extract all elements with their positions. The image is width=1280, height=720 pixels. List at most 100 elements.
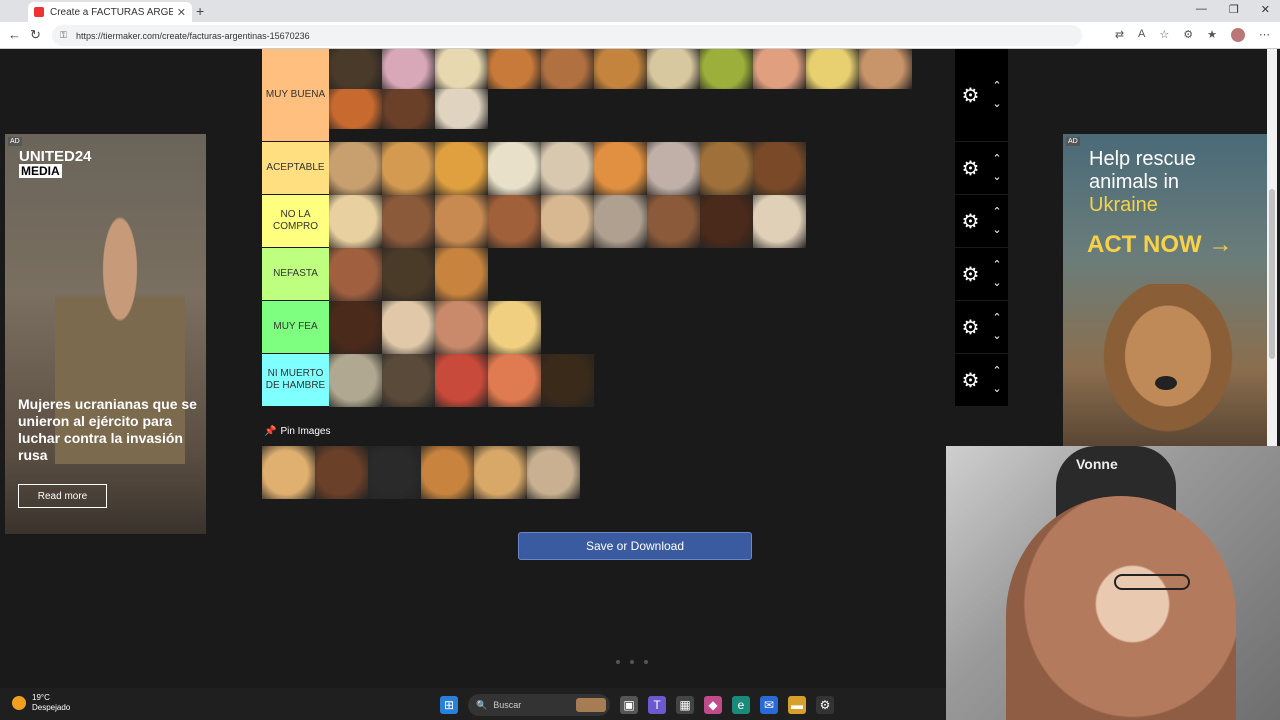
mail-icon[interactable]: ✉ xyxy=(760,696,778,714)
edge-icon[interactable]: e xyxy=(732,696,750,714)
read-more-button[interactable]: Read more xyxy=(18,484,107,508)
move-tier-up-icon[interactable]: ⌃ xyxy=(992,256,1001,274)
minimize-button[interactable]: — xyxy=(1196,3,1207,16)
move-tier-down-icon[interactable]: ⌄ xyxy=(992,221,1001,239)
tier-image-tile[interactable] xyxy=(647,195,700,248)
tier-image-tile[interactable] xyxy=(435,89,488,129)
url-field[interactable]: ⚿ https://tiermaker.com/create/facturas-… xyxy=(52,25,1082,46)
tier-image-tile[interactable] xyxy=(594,49,647,89)
tier-image-tile[interactable] xyxy=(382,89,435,129)
tier-image-tile[interactable] xyxy=(329,354,382,407)
reload-icon[interactable]: ↻ xyxy=(30,27,41,43)
copilot-icon[interactable]: ◆ xyxy=(704,696,722,714)
tier-image-tile[interactable] xyxy=(488,301,541,354)
tier-settings-gear-icon[interactable]: ⚙ xyxy=(961,262,979,287)
tier-image-tile[interactable] xyxy=(488,195,541,248)
tier-image-tile[interactable] xyxy=(488,49,541,89)
favorites-icon[interactable]: ★ xyxy=(1207,28,1217,42)
tier-label[interactable]: ACEPTABLE xyxy=(262,142,329,194)
scrollbar-thumb[interactable] xyxy=(1269,189,1275,359)
task-view-icon[interactable]: ▣ xyxy=(620,696,638,714)
tier-image-tile[interactable] xyxy=(488,142,541,195)
tier-settings-gear-icon[interactable]: ⚙ xyxy=(961,83,979,108)
ad-right-rescue-animals[interactable]: AD Help rescue animals in Ukraine ACT NO… xyxy=(1063,134,1267,446)
tier-image-tile[interactable] xyxy=(700,195,753,248)
move-tier-down-icon[interactable]: ⌄ xyxy=(992,168,1001,186)
move-tier-down-icon[interactable]: ⌄ xyxy=(992,327,1001,345)
site-info-icon[interactable]: ⚿ xyxy=(60,30,67,41)
tier-image-tile[interactable] xyxy=(382,354,435,407)
tier-label[interactable]: NI MUERTO DE HAMBRE xyxy=(262,354,329,406)
tier-image-tile[interactable] xyxy=(435,195,488,248)
settings-gear-icon[interactable]: ⚙ xyxy=(816,696,834,714)
tier-image-tile[interactable] xyxy=(594,195,647,248)
tier-label[interactable]: NO LA COMPRO xyxy=(262,195,329,247)
tier-image-tile[interactable] xyxy=(753,49,806,89)
tier-image-tile[interactable] xyxy=(647,49,700,89)
ad-left-united24[interactable]: AD UNITED24 MEDIA Mujeres ucranianas que… xyxy=(5,134,206,534)
tier-image-tile[interactable] xyxy=(541,142,594,195)
translate-icon[interactable]: ⇄ xyxy=(1115,28,1124,42)
tier-image-tile[interactable] xyxy=(435,49,488,89)
tier-image-tile[interactable] xyxy=(859,49,912,89)
tier-settings-gear-icon[interactable]: ⚙ xyxy=(961,315,979,340)
tier-image-tile[interactable] xyxy=(806,49,859,89)
store-icon[interactable]: ▦ xyxy=(676,696,694,714)
tab-close-icon[interactable]: ✕ xyxy=(177,6,186,19)
windows-start-icon[interactable]: ⊞ xyxy=(440,696,458,714)
move-tier-up-icon[interactable]: ⌃ xyxy=(992,150,1001,168)
pool-image-tile[interactable] xyxy=(527,446,580,499)
tier-image-tile[interactable] xyxy=(753,142,806,195)
tier-image-tile[interactable] xyxy=(382,49,435,89)
teams-icon[interactable]: T xyxy=(648,696,666,714)
tier-label[interactable]: MUY BUENA xyxy=(262,49,329,141)
tier-image-tile[interactable] xyxy=(700,142,753,195)
move-tier-down-icon[interactable]: ⌄ xyxy=(992,95,1001,113)
weather-widget[interactable]: 19°C Despejado xyxy=(12,693,70,713)
tier-image-tile[interactable] xyxy=(700,49,753,89)
pool-image-tile[interactable] xyxy=(474,446,527,499)
tier-image-tile[interactable] xyxy=(329,49,382,89)
profile-avatar[interactable] xyxy=(1231,28,1245,42)
move-tier-up-icon[interactable]: ⌃ xyxy=(992,203,1001,221)
pool-image-tile[interactable] xyxy=(262,446,315,499)
pool-image-tile[interactable] xyxy=(315,446,368,499)
close-window-button[interactable]: ✕ xyxy=(1261,3,1270,16)
tier-image-tile[interactable] xyxy=(541,354,594,407)
move-tier-up-icon[interactable]: ⌃ xyxy=(992,362,1001,380)
save-or-download-button[interactable]: Save or Download xyxy=(518,532,752,560)
pin-images-toggle[interactable]: 📌 Pin Images xyxy=(264,426,330,437)
read-aloud-icon[interactable]: A xyxy=(1138,28,1145,42)
tier-image-tile[interactable] xyxy=(382,195,435,248)
taskbar-search[interactable]: 🔍 Buscar xyxy=(468,694,610,716)
tier-image-tile[interactable] xyxy=(488,354,541,407)
tier-image-tile[interactable] xyxy=(329,301,382,354)
file-explorer-icon[interactable]: ▬ xyxy=(788,696,806,714)
tier-settings-gear-icon[interactable]: ⚙ xyxy=(961,156,979,181)
maximize-button[interactable]: ❐ xyxy=(1229,3,1239,16)
pool-image-tile[interactable] xyxy=(368,446,421,499)
tier-label[interactable]: NEFASTA xyxy=(262,248,329,300)
move-tier-up-icon[interactable]: ⌃ xyxy=(992,309,1001,327)
tier-image-tile[interactable] xyxy=(647,142,700,195)
tier-image-tile[interactable] xyxy=(541,49,594,89)
tier-settings-gear-icon[interactable]: ⚙ xyxy=(961,368,979,393)
tier-settings-gear-icon[interactable]: ⚙ xyxy=(961,209,979,234)
tier-image-tile[interactable] xyxy=(435,248,488,301)
tier-image-tile[interactable] xyxy=(329,142,382,195)
move-tier-down-icon[interactable]: ⌄ xyxy=(992,274,1001,292)
tier-image-tile[interactable] xyxy=(329,195,382,248)
extensions-icon[interactable]: ⚙ xyxy=(1183,28,1193,42)
back-arrow-icon[interactable]: ← xyxy=(8,27,21,42)
tier-image-tile[interactable] xyxy=(382,142,435,195)
act-now-cta[interactable]: ACT NOW → xyxy=(1087,232,1232,258)
tier-image-tile[interactable] xyxy=(594,142,647,195)
new-tab-button[interactable]: + xyxy=(196,3,204,19)
tier-label[interactable]: MUY FEA xyxy=(262,301,329,353)
browser-tab[interactable]: Create a FACTURAS ARGENTINAS ✕ xyxy=(28,2,192,22)
tier-image-tile[interactable] xyxy=(753,195,806,248)
tier-image-tile[interactable] xyxy=(435,301,488,354)
more-menu-icon[interactable]: ⋯ xyxy=(1259,28,1270,42)
tier-image-tile[interactable] xyxy=(382,301,435,354)
favorite-star-icon[interactable]: ☆ xyxy=(1159,28,1169,42)
